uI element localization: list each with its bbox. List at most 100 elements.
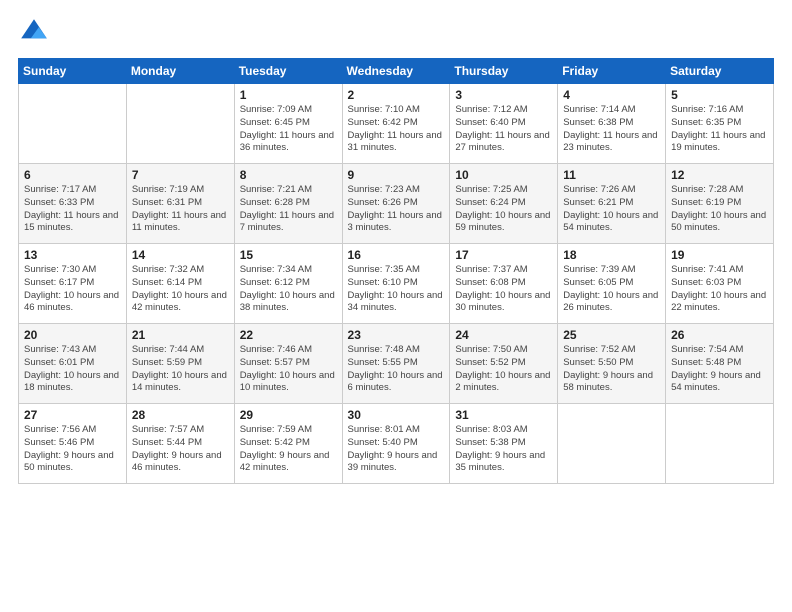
calendar-week-row: 27Sunrise: 7:56 AMSunset: 5:46 PMDayligh… [19,404,774,484]
weekday-header: Friday [558,59,666,84]
day-number: 7 [132,168,229,182]
day-number: 3 [455,88,552,102]
day-info: Sunrise: 7:50 AMSunset: 5:52 PMDaylight:… [455,344,552,395]
calendar-cell: 20 Sunrise: 7:43 AMSunset: 6:01 PMDayligh… [19,324,127,404]
weekday-header: Thursday [450,59,558,84]
day-number: 21 [132,328,229,342]
day-info: Sunrise: 7:39 AMSunset: 6:05 PMDaylight:… [563,264,660,315]
day-number: 12 [671,168,768,182]
day-info: Sunrise: 7:16 AMSunset: 6:35 PMDaylight:… [671,104,768,155]
calendar-cell: 1 Sunrise: 7:09 AMSunset: 6:45 PMDaylight… [234,84,342,164]
calendar-cell: 18 Sunrise: 7:39 AMSunset: 6:05 PMDayligh… [558,244,666,324]
day-info: Sunrise: 7:14 AMSunset: 6:38 PMDaylight:… [563,104,660,155]
day-number: 4 [563,88,660,102]
day-number: 16 [348,248,445,262]
calendar-week-row: 6 Sunrise: 7:17 AMSunset: 6:33 PMDaylight… [19,164,774,244]
day-info: Sunrise: 7:30 AMSunset: 6:17 PMDaylight:… [24,264,121,315]
day-info: Sunrise: 7:32 AMSunset: 6:14 PMDaylight:… [132,264,229,315]
day-number: 20 [24,328,121,342]
calendar-cell: 22 Sunrise: 7:46 AMSunset: 5:57 PMDayligh… [234,324,342,404]
day-number: 6 [24,168,121,182]
day-info: Sunrise: 7:54 AMSunset: 5:48 PMDaylight:… [671,344,768,395]
day-number: 25 [563,328,660,342]
calendar-cell: 12 Sunrise: 7:28 AMSunset: 6:19 PMDayligh… [666,164,774,244]
day-number: 24 [455,328,552,342]
day-number: 1 [240,88,337,102]
day-info: Sunrise: 7:10 AMSunset: 6:42 PMDaylight:… [348,104,445,155]
calendar-cell [19,84,127,164]
calendar-cell: 6 Sunrise: 7:17 AMSunset: 6:33 PMDaylight… [19,164,127,244]
calendar-cell: 24 Sunrise: 7:50 AMSunset: 5:52 PMDayligh… [450,324,558,404]
day-info: Sunrise: 7:19 AMSunset: 6:31 PMDaylight:… [132,184,229,235]
day-info: Sunrise: 7:12 AMSunset: 6:40 PMDaylight:… [455,104,552,155]
day-info: Sunrise: 7:57 AMSunset: 5:44 PMDaylight:… [132,424,229,475]
day-info: Sunrise: 7:43 AMSunset: 6:01 PMDaylight:… [24,344,121,395]
calendar-cell: 9 Sunrise: 7:23 AMSunset: 6:26 PMDaylight… [342,164,450,244]
day-number: 27 [24,408,121,422]
day-number: 14 [132,248,229,262]
day-number: 29 [240,408,337,422]
weekday-header: Saturday [666,59,774,84]
day-number: 13 [24,248,121,262]
day-number: 11 [563,168,660,182]
calendar-cell [126,84,234,164]
day-info: Sunrise: 7:44 AMSunset: 5:59 PMDaylight:… [132,344,229,395]
weekday-header: Monday [126,59,234,84]
day-info: Sunrise: 7:17 AMSunset: 6:33 PMDaylight:… [24,184,121,235]
calendar-cell: 13 Sunrise: 7:30 AMSunset: 6:17 PMDayligh… [19,244,127,324]
header [18,16,774,48]
calendar-cell: 10 Sunrise: 7:25 AMSunset: 6:24 PMDayligh… [450,164,558,244]
day-info: Sunrise: 7:25 AMSunset: 6:24 PMDaylight:… [455,184,552,235]
calendar-cell: 21 Sunrise: 7:44 AMSunset: 5:59 PMDayligh… [126,324,234,404]
day-info: Sunrise: 7:23 AMSunset: 6:26 PMDaylight:… [348,184,445,235]
day-info: Sunrise: 7:21 AMSunset: 6:28 PMDaylight:… [240,184,337,235]
day-info: Sunrise: 7:34 AMSunset: 6:12 PMDaylight:… [240,264,337,315]
day-number: 28 [132,408,229,422]
logo [18,16,54,48]
calendar-cell: 25Sunrise: 7:52 AMSunset: 5:50 PMDayligh… [558,324,666,404]
day-info: Sunrise: 7:59 AMSunset: 5:42 PMDaylight:… [240,424,337,475]
calendar-cell: 29 Sunrise: 7:59 AMSunset: 5:42 PMDayligh… [234,404,342,484]
calendar-cell: 15 Sunrise: 7:34 AMSunset: 6:12 PMDayligh… [234,244,342,324]
calendar-cell: 14 Sunrise: 7:32 AMSunset: 6:14 PMDayligh… [126,244,234,324]
day-number: 18 [563,248,660,262]
day-info: Sunrise: 7:28 AMSunset: 6:19 PMDaylight:… [671,184,768,235]
calendar-cell [666,404,774,484]
calendar-cell: 17Sunrise: 7:37 AMSunset: 6:08 PMDayligh… [450,244,558,324]
calendar-cell: 4 Sunrise: 7:14 AMSunset: 6:38 PMDaylight… [558,84,666,164]
day-info: Sunrise: 8:01 AMSunset: 5:40 PMDaylight:… [348,424,445,475]
calendar-cell: 31Sunrise: 8:03 AMSunset: 5:38 PMDayligh… [450,404,558,484]
calendar-cell: 3 Sunrise: 7:12 AMSunset: 6:40 PMDaylight… [450,84,558,164]
calendar-cell: 8 Sunrise: 7:21 AMSunset: 6:28 PMDaylight… [234,164,342,244]
day-number: 15 [240,248,337,262]
weekday-header: Tuesday [234,59,342,84]
calendar-cell: 28 Sunrise: 7:57 AMSunset: 5:44 PMDayligh… [126,404,234,484]
day-number: 10 [455,168,552,182]
day-info: Sunrise: 7:09 AMSunset: 6:45 PMDaylight:… [240,104,337,155]
calendar-week-row: 1 Sunrise: 7:09 AMSunset: 6:45 PMDaylight… [19,84,774,164]
day-number: 5 [671,88,768,102]
day-number: 23 [348,328,445,342]
calendar-week-row: 13 Sunrise: 7:30 AMSunset: 6:17 PMDayligh… [19,244,774,324]
calendar-cell: 11 Sunrise: 7:26 AMSunset: 6:21 PMDayligh… [558,164,666,244]
day-info: Sunrise: 7:35 AMSunset: 6:10 PMDaylight:… [348,264,445,315]
day-number: 19 [671,248,768,262]
day-info: Sunrise: 7:41 AMSunset: 6:03 PMDaylight:… [671,264,768,315]
day-number: 9 [348,168,445,182]
calendar-cell: 26Sunrise: 7:54 AMSunset: 5:48 PMDayligh… [666,324,774,404]
calendar-week-row: 20 Sunrise: 7:43 AMSunset: 6:01 PMDayligh… [19,324,774,404]
calendar-table: SundayMondayTuesdayWednesdayThursdayFrid… [18,58,774,484]
calendar-cell: 30Sunrise: 8:01 AMSunset: 5:40 PMDayligh… [342,404,450,484]
day-number: 22 [240,328,337,342]
weekday-header: Sunday [19,59,127,84]
calendar-cell: 19 Sunrise: 7:41 AMSunset: 6:03 PMDayligh… [666,244,774,324]
calendar-cell: 27Sunrise: 7:56 AMSunset: 5:46 PMDayligh… [19,404,127,484]
calendar-cell: 2Sunrise: 7:10 AMSunset: 6:42 PMDaylight… [342,84,450,164]
day-info: Sunrise: 7:26 AMSunset: 6:21 PMDaylight:… [563,184,660,235]
calendar-cell: 16 Sunrise: 7:35 AMSunset: 6:10 PMDayligh… [342,244,450,324]
day-info: Sunrise: 8:03 AMSunset: 5:38 PMDaylight:… [455,424,552,475]
day-info: Sunrise: 7:46 AMSunset: 5:57 PMDaylight:… [240,344,337,395]
logo-icon [18,16,50,48]
day-number: 8 [240,168,337,182]
weekday-header-row: SundayMondayTuesdayWednesdayThursdayFrid… [19,59,774,84]
